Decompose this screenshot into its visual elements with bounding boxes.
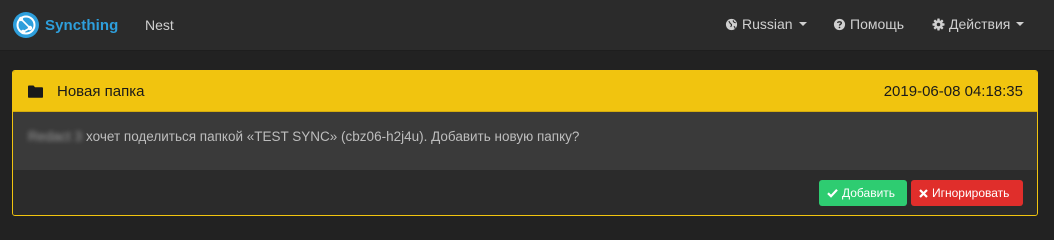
brand-link[interactable]: Syncthing [12, 11, 118, 39]
question-circle-icon [833, 18, 846, 30]
globe-icon [725, 18, 738, 30]
actions-label: Действия [949, 16, 1011, 32]
brand-name: Syncthing [45, 16, 119, 34]
gear-icon [932, 17, 945, 31]
top-navbar: Syncthing Nest Russian Помощь Действия [0, 0, 1054, 51]
language-label: Russian [742, 16, 793, 32]
notification-footer: Добавить Игнорировать [13, 170, 1037, 215]
add-button-label: Добавить [842, 186, 896, 200]
check-icon [827, 189, 838, 198]
redacted-device-name: Redact 3 [28, 129, 83, 144]
chevron-down-icon [798, 22, 807, 26]
ignore-folder-button[interactable]: Игнорировать [911, 180, 1023, 206]
device-name: Nest [145, 17, 174, 33]
notification-timestamp: 2019-06-08 04:18:35 [883, 83, 1023, 100]
help-label: Помощь [850, 16, 905, 32]
syncthing-logo-icon [13, 12, 39, 38]
notification-message-line: Redact 3 хочет поделиться папкой «TEST SY… [28, 129, 579, 144]
notification-title: Новая папка [57, 83, 145, 100]
ignore-button-label: Игнорировать [932, 186, 1010, 200]
folder-share-notification: Новая папка 2019-06-08 04:18:35 Redact 3… [12, 70, 1038, 216]
notification-message: хочет поделиться папкой «TEST SYNC» (cbz… [86, 129, 580, 144]
help-menu[interactable]: Помощь [833, 16, 904, 32]
folder-icon [28, 85, 43, 98]
chevron-down-icon [1016, 22, 1025, 26]
add-folder-button[interactable]: Добавить [819, 180, 907, 206]
actions-menu[interactable]: Действия [932, 16, 1025, 32]
notification-header: Новая папка 2019-06-08 04:18:35 [13, 71, 1037, 112]
notification-body: Redact 3 хочет поделиться папкой «TEST SY… [13, 112, 1037, 170]
language-menu[interactable]: Russian [725, 16, 807, 32]
times-icon [919, 188, 928, 198]
